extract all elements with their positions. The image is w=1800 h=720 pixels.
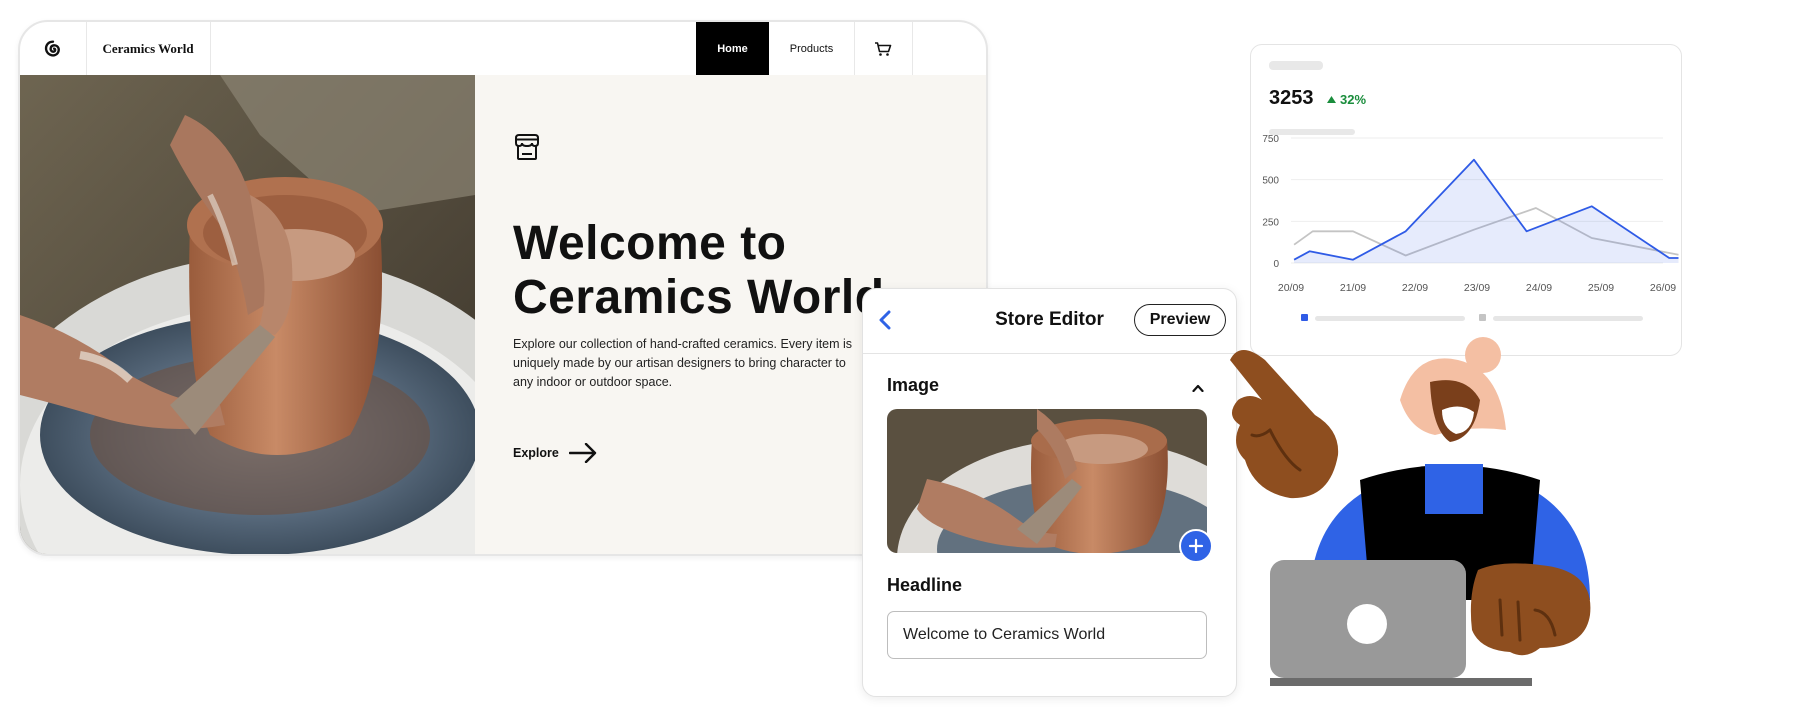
x-tick-label: 25/09 — [1588, 282, 1614, 294]
explore-label: Explore — [513, 446, 559, 460]
metric-delta-value: 32% — [1340, 92, 1367, 107]
x-tick-label: 21/09 — [1340, 282, 1366, 294]
analytics-card: 3253 32% 0 250 500 750 20/09 21/09 22/09 23/09 2… — [1250, 44, 1682, 356]
nav-products[interactable]: Products — [769, 22, 855, 75]
placeholder-bar — [1269, 61, 1323, 70]
legend-swatch-primary — [1301, 314, 1308, 321]
laptop-logo — [1347, 604, 1387, 644]
hero-title-line1: Welcome to — [513, 217, 787, 270]
editor-header: Store Editor Preview — [863, 289, 1236, 354]
storefront-icon — [515, 134, 539, 160]
chevron-up-icon — [1192, 384, 1204, 393]
hair-bun — [1465, 337, 1501, 373]
y-tick-label: 0 — [1273, 259, 1279, 270]
metric-delta: 32% — [1327, 92, 1366, 107]
resting-fist — [1470, 563, 1591, 656]
cart-icon — [875, 41, 892, 56]
headline-input[interactable] — [887, 611, 1207, 659]
overalls-pocket — [1425, 464, 1483, 514]
add-image-button[interactable] — [1179, 529, 1213, 563]
y-tick-label: 500 — [1262, 176, 1279, 187]
website-preview: Ceramics World Home Products Welcome to … — [18, 20, 988, 556]
collapse-section-button[interactable] — [1192, 379, 1204, 397]
nav-cart[interactable] — [854, 22, 913, 75]
image-section-label: Image — [887, 375, 940, 395]
laptop-base — [1270, 678, 1532, 686]
hero-pottery-photo — [20, 75, 475, 554]
spiral-logo-icon — [44, 39, 60, 57]
x-tick-label: 20/09 — [1278, 282, 1304, 294]
plus-icon — [1188, 538, 1204, 554]
explore-link[interactable]: Explore — [513, 443, 597, 463]
hero-description: Explore our collection of hand-crafted c… — [513, 337, 853, 389]
selected-image-thumbnail[interactable] — [887, 409, 1207, 553]
legend-label-placeholder — [1493, 316, 1643, 321]
headline-section-label: Headline — [887, 575, 963, 595]
merchant-illustration — [1230, 337, 1591, 686]
pointing-hand — [1230, 350, 1339, 499]
metric-value: 3253 — [1269, 87, 1314, 109]
x-tick-label: 22/09 — [1402, 282, 1428, 294]
triangle-up-icon — [1327, 96, 1336, 103]
legend-label-placeholder — [1315, 316, 1465, 321]
nav-home[interactable]: Home — [696, 22, 769, 75]
site-logo[interactable] — [20, 22, 87, 75]
y-tick-label: 750 — [1262, 135, 1279, 145]
x-tick-label: 26/09 — [1650, 282, 1676, 294]
x-tick-label: 24/09 — [1526, 282, 1552, 294]
x-tick-label: 23/09 — [1464, 282, 1490, 294]
site-navbar: Ceramics World Home Products — [20, 22, 986, 76]
store-editor-panel: Store Editor Preview Image Headline — [862, 288, 1237, 697]
brand-name[interactable]: Ceramics World — [86, 22, 211, 75]
legend-swatch-secondary — [1479, 314, 1486, 321]
y-tick-label: 250 — [1262, 217, 1279, 228]
line-chart: 0 250 500 750 20/09 21/09 22/09 23/09 24/09 25/09… — [1262, 135, 1679, 321]
arrow-right-icon — [568, 443, 597, 463]
